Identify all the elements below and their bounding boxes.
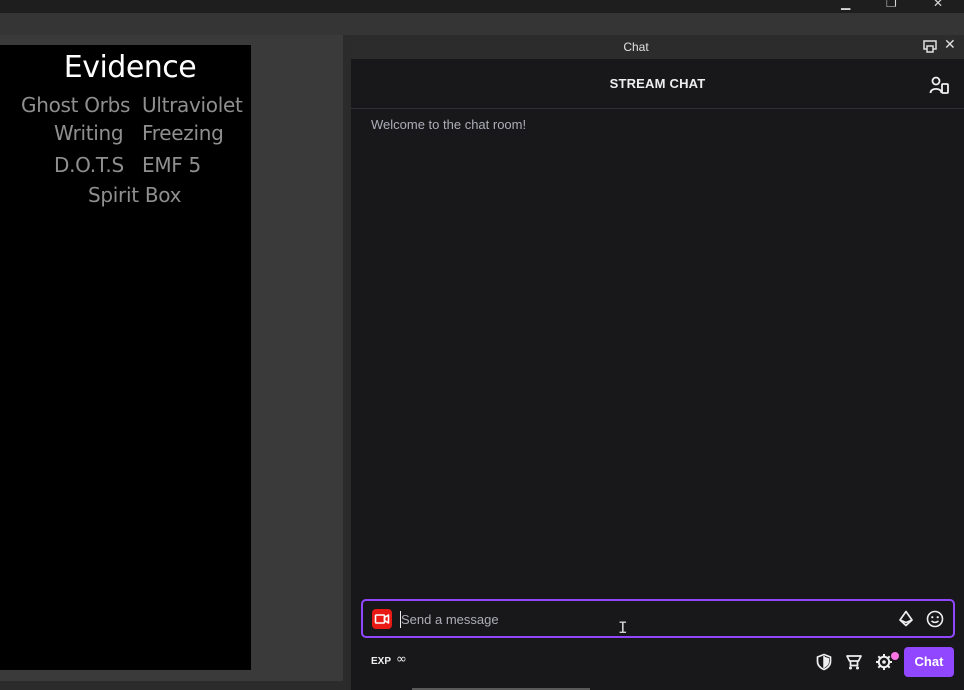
minimize-icon[interactable]: ▁	[841, 0, 850, 10]
window-titlebar: ▁ ❐ ✕	[0, 0, 964, 13]
evidence-panel: Evidence Ghost Orbs Ultraviolet Writing …	[0, 45, 251, 670]
chat-input-box[interactable]	[361, 599, 955, 638]
notification-dot	[891, 652, 899, 660]
evidence-item: Writing	[54, 121, 124, 145]
chat-header: STREAM CHAT	[351, 59, 964, 109]
evidence-item: D.O.T.S	[54, 153, 124, 177]
chat-dock: Chat ✕ STREAM CHAT Welcome to the chat r…	[351, 35, 964, 690]
evidence-title: Evidence	[63, 50, 197, 85]
moderation-shield-icon[interactable]	[815, 653, 833, 671]
dock-header: Chat ✕	[351, 35, 964, 59]
camera-icon[interactable]	[372, 609, 392, 629]
exp-value: ∞	[396, 652, 407, 667]
window-close-icon[interactable]: ✕	[933, 0, 943, 10]
chat-header-title: STREAM CHAT	[609, 76, 706, 91]
dock-splitter[interactable]	[343, 35, 351, 690]
bits-icon[interactable]	[897, 610, 915, 628]
evidence-item: Spirit Box	[88, 183, 182, 207]
evidence-item: Ultraviolet	[142, 93, 243, 117]
menu-bar	[0, 13, 964, 35]
evidence-item: Ghost Orbs	[21, 93, 131, 117]
evidence-item: Freezing	[142, 121, 224, 145]
evidence-item: EMF 5	[142, 153, 201, 177]
exp-label: EXP	[371, 656, 392, 667]
hype-train-icon[interactable]	[845, 653, 863, 671]
dock-title: Chat	[623, 40, 649, 54]
chat-message-welcome: Welcome to the chat room!	[371, 117, 527, 132]
text-cursor-icon: I	[618, 618, 628, 637]
chat-message-input[interactable]	[401, 606, 881, 632]
restore-icon[interactable]: ❐	[886, 0, 897, 10]
popout-icon[interactable]	[923, 40, 937, 53]
emote-icon[interactable]	[926, 610, 944, 628]
dock-close-icon[interactable]: ✕	[944, 37, 956, 53]
chat-send-button[interactable]: Chat	[904, 647, 954, 677]
users-icon[interactable]	[929, 75, 949, 95]
